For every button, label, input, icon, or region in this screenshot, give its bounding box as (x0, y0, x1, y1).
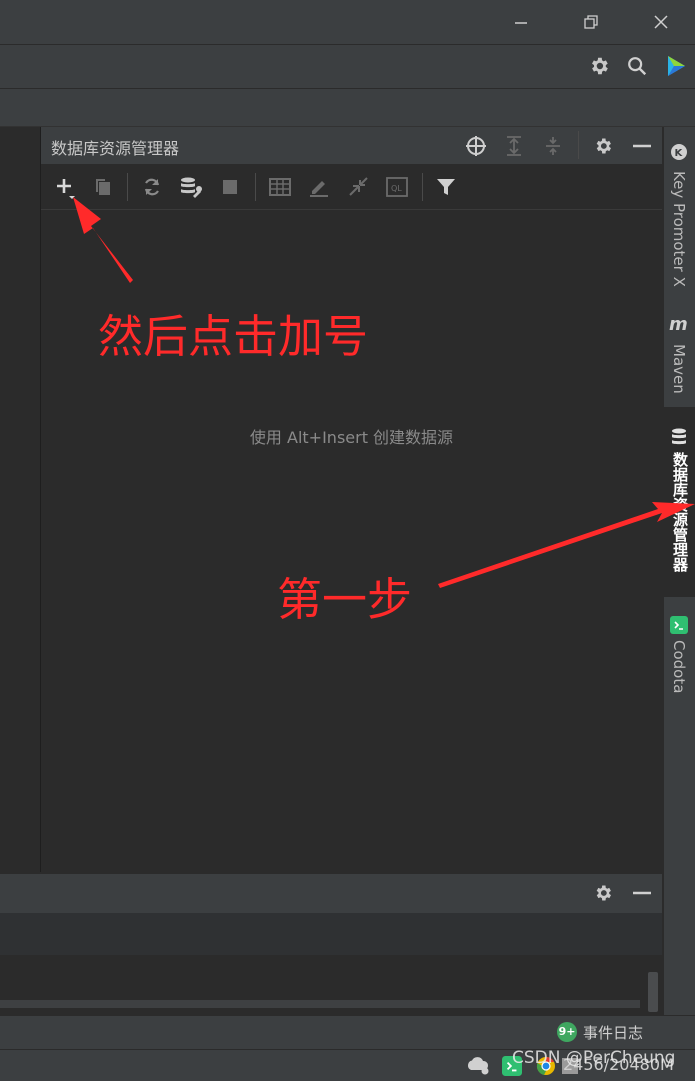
tab-label: Codota (670, 640, 688, 694)
database-wrench-icon (181, 177, 202, 198)
refresh-icon (144, 178, 160, 196)
svg-text:K: K (675, 148, 684, 159)
filter-button[interactable] (432, 173, 460, 201)
collapse-all-icon (546, 137, 560, 155)
watermark-text: CSDN @PerCheung (512, 1048, 676, 1068)
settings-button[interactable] (585, 52, 613, 80)
editor-area (0, 127, 41, 872)
annotation-add-text: 然后点击加号 (98, 310, 369, 363)
jump-to-source-button[interactable] (344, 173, 372, 201)
minimize-icon (515, 22, 527, 24)
tab-label: 数据库资源管理器 (671, 452, 689, 572)
close-icon (654, 15, 668, 29)
close-button[interactable] (646, 8, 676, 36)
minimize-button[interactable] (506, 8, 536, 36)
gear-icon (596, 138, 611, 154)
toolbar-separator (422, 173, 423, 201)
bottom-panel-tabs (0, 913, 662, 956)
copy-icon (96, 179, 110, 195)
cloud-settings-icon[interactable] (466, 1054, 492, 1076)
svg-text:QL: QL (391, 184, 402, 193)
console-ql-icon: QL (386, 177, 408, 197)
search-icon (628, 57, 647, 76)
edit-button[interactable] (305, 173, 333, 201)
annotation-step-one-text: 第一步 (277, 573, 413, 626)
table-icon (269, 178, 291, 196)
plugin-button[interactable] (662, 52, 690, 80)
toolbar-separator (127, 173, 128, 201)
gear-icon (596, 885, 611, 901)
key-promoter-icon: K (671, 144, 687, 160)
search-button[interactable] (623, 52, 651, 80)
gear-icon (592, 57, 608, 75)
query-console-button[interactable]: QL (383, 173, 411, 201)
horizontal-scrollbar[interactable] (0, 1000, 640, 1008)
crosshair-icon (466, 136, 486, 156)
refresh-button[interactable] (138, 173, 166, 201)
database-icon (672, 428, 686, 445)
restore-icon (584, 15, 598, 29)
bottom-settings-button[interactable] (589, 879, 617, 907)
minimize-icon (633, 144, 651, 148)
tab-label: Key Promoter X (670, 171, 688, 287)
tab-label: Maven (670, 344, 688, 394)
add-datasource-button[interactable] (51, 173, 79, 201)
panel-hide-button[interactable] (628, 132, 656, 160)
tab-key-promoter-x[interactable]: K Key Promoter X (663, 135, 695, 295)
minimize-icon (633, 891, 651, 895)
jump-arrow-icon (349, 177, 368, 196)
event-count-badge: 9+ (557, 1022, 577, 1042)
navigation-bar (0, 89, 695, 127)
vertical-scrollbar[interactable] (648, 972, 658, 1012)
empty-state-text: 使用 Alt+Insert 创建数据源 (249, 428, 454, 447)
toolbar-separator (255, 173, 256, 201)
tab-maven[interactable]: m Maven (663, 312, 695, 402)
plugin-logo-icon (668, 56, 685, 76)
crosshair-button[interactable] (462, 132, 490, 160)
expand-all-button[interactable] (500, 132, 528, 160)
datasource-properties-button[interactable] (177, 173, 205, 201)
toolbar-separator (578, 131, 579, 159)
panel-title: 数据库资源管理器 (51, 139, 180, 158)
expand-all-icon (507, 136, 521, 156)
filter-icon (437, 179, 455, 195)
codota-icon (670, 616, 688, 634)
table-view-button[interactable] (266, 173, 294, 201)
event-log-button[interactable]: 事件日志 (583, 1022, 643, 1043)
collapse-all-button[interactable] (539, 132, 567, 160)
tab-database[interactable]: 数据库资源管理器 (663, 407, 695, 597)
panel-settings-button[interactable] (589, 132, 617, 160)
restore-button[interactable] (576, 8, 606, 36)
duplicate-button[interactable] (89, 173, 117, 201)
maven-icon: m (669, 314, 688, 335)
stop-icon (223, 180, 237, 194)
bottom-hide-button[interactable] (628, 879, 656, 907)
bottom-panel-header (0, 873, 662, 914)
pencil-icon (310, 181, 328, 197)
database-panel (41, 127, 662, 872)
plus-icon (57, 179, 75, 199)
tab-codota[interactable]: Codota (663, 612, 695, 702)
stop-button[interactable] (216, 173, 244, 201)
